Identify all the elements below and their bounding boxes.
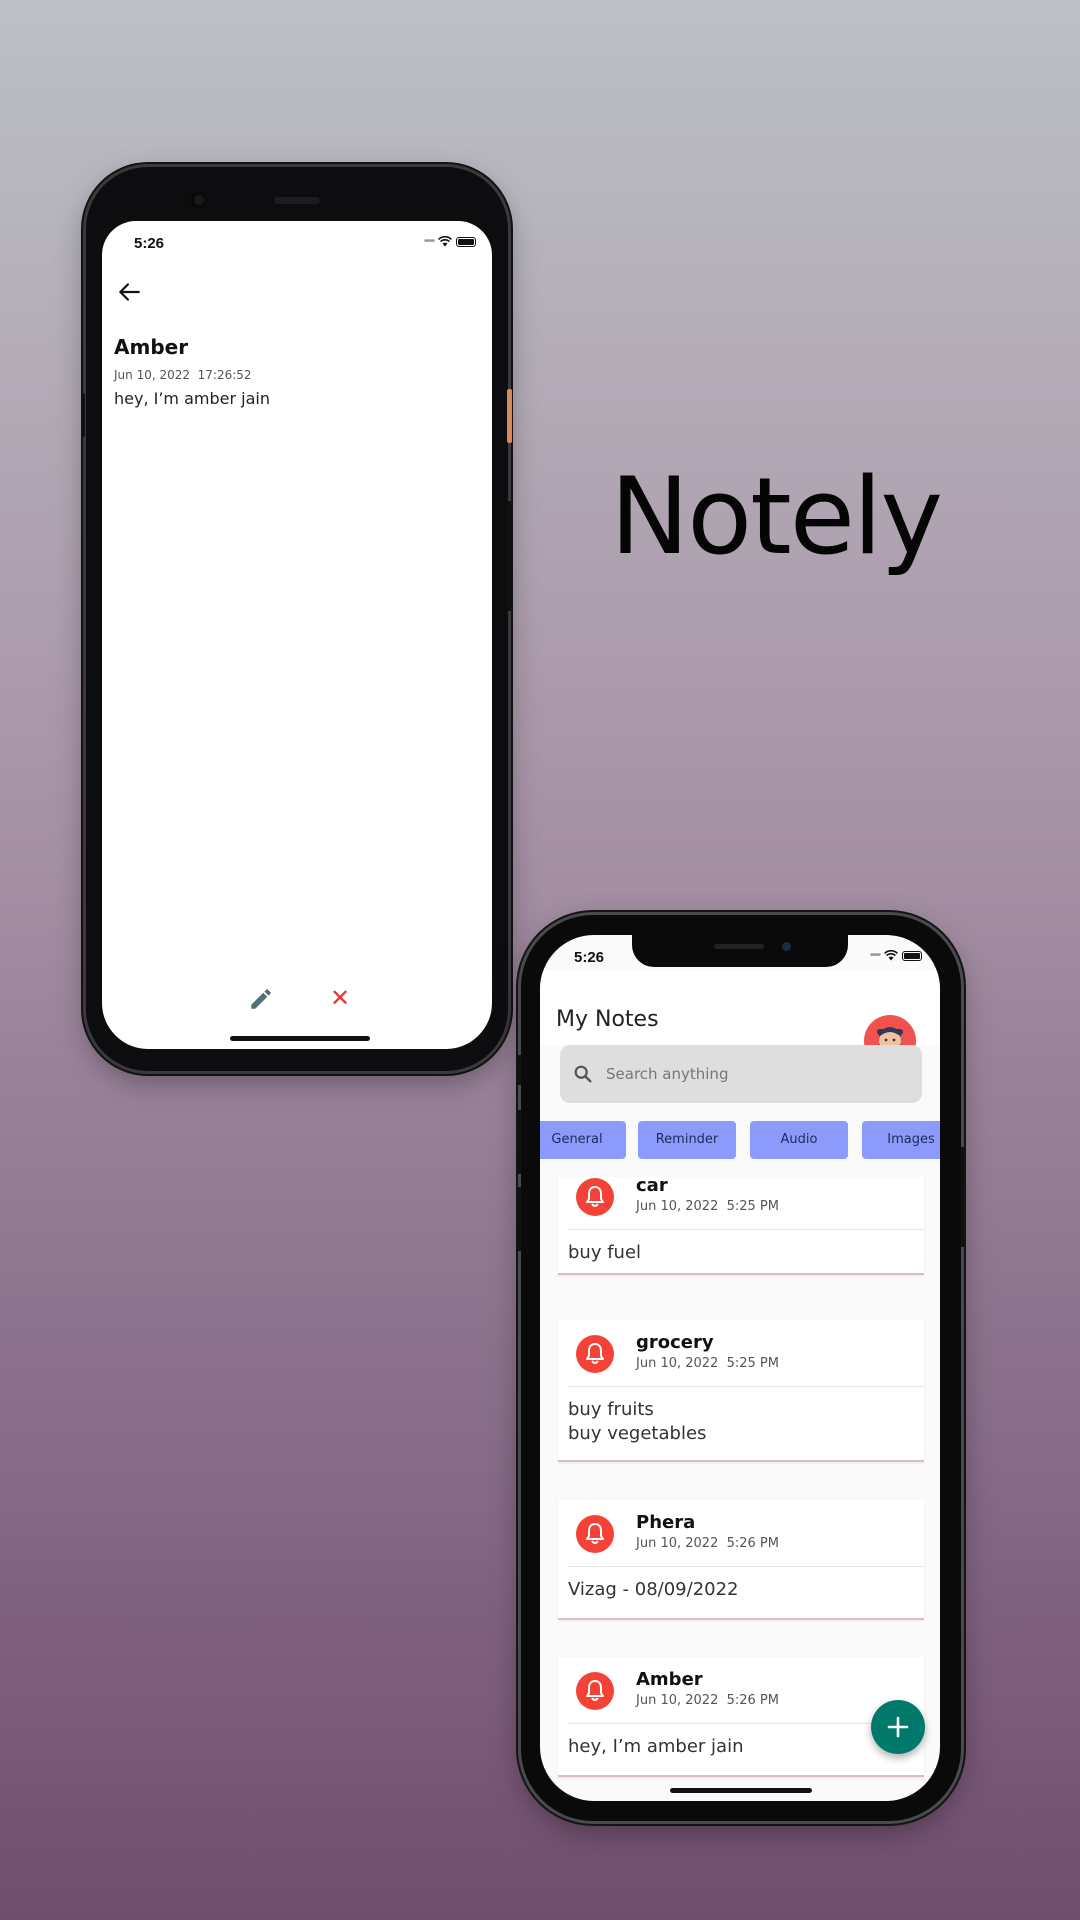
front-camera bbox=[190, 191, 208, 209]
search-bar[interactable]: Search anything bbox=[560, 1045, 922, 1103]
note-date: Jun 10, 2022 5:25 PM bbox=[636, 1356, 779, 1371]
note-body: buy fruits buy vegetables bbox=[568, 1399, 707, 1444]
edit-pencil-icon[interactable] bbox=[248, 986, 274, 1012]
delete-icon[interactable]: ✕ bbox=[330, 985, 350, 1011]
bell-icon bbox=[576, 1178, 614, 1216]
detail-phone-frame: 5:26 •••• Amber Jun 10, 2022 17:26:52 he… bbox=[81, 167, 512, 1071]
divider bbox=[568, 1386, 924, 1387]
bell-icon bbox=[576, 1672, 614, 1710]
note-date: Jun 10, 2022 17:26:52 bbox=[114, 368, 252, 382]
search-input[interactable]: Search anything bbox=[606, 1065, 728, 1083]
side-button bbox=[507, 501, 512, 611]
status-bar: 5:26 •••• bbox=[102, 221, 492, 261]
side-button bbox=[517, 1187, 521, 1251]
note-date: Jun 10, 2022 5:26 PM bbox=[636, 1693, 779, 1708]
note-title: grocery bbox=[636, 1332, 714, 1353]
add-note-button[interactable] bbox=[871, 1700, 925, 1754]
note-date: Jun 10, 2022 5:26 PM bbox=[636, 1536, 779, 1551]
note-card[interactable]: car Jun 10, 2022 5:25 PM buy fuel bbox=[558, 1177, 924, 1275]
status-time: 5:26 bbox=[134, 235, 165, 252]
side-button bbox=[961, 1147, 965, 1247]
note-title: Amber bbox=[114, 335, 189, 359]
side-button bbox=[507, 389, 512, 443]
back-arrow-icon[interactable] bbox=[116, 279, 142, 305]
wifi-icon bbox=[884, 950, 898, 961]
note-date: Jun 10, 2022 5:25 PM bbox=[636, 1199, 779, 1214]
note-body: Vizag - 08/09/2022 bbox=[568, 1579, 739, 1600]
note-body: buy fuel bbox=[568, 1242, 642, 1263]
note-body: hey, I’m amber jain bbox=[114, 389, 270, 408]
brand-title: Notely bbox=[610, 455, 943, 578]
side-button bbox=[517, 1055, 521, 1085]
note-title: Amber bbox=[636, 1669, 703, 1690]
divider bbox=[568, 1566, 924, 1567]
side-button bbox=[517, 1110, 521, 1174]
side-button bbox=[81, 393, 85, 437]
app-title: My Notes bbox=[556, 1007, 659, 1032]
detail-screen: 5:26 •••• Amber Jun 10, 2022 17:26:52 he… bbox=[102, 221, 492, 1049]
note-title: Phera bbox=[636, 1512, 696, 1533]
status-icons: •••• bbox=[424, 236, 476, 247]
battery-icon bbox=[456, 236, 476, 247]
signal-icon: •••• bbox=[423, 236, 435, 247]
home-indicator bbox=[670, 1788, 812, 1793]
note-card[interactable]: grocery Jun 10, 2022 5:25 PM buy fruits … bbox=[558, 1320, 924, 1462]
list-phone-frame: My Notes 5:26 •••• Search anything Gener… bbox=[517, 915, 965, 1821]
search-icon bbox=[574, 1065, 592, 1083]
bell-icon bbox=[576, 1515, 614, 1553]
app-bar: My Notes bbox=[540, 971, 940, 1067]
note-body: hey, I’m amber jain bbox=[568, 1736, 744, 1757]
chip-general[interactable]: General bbox=[540, 1121, 626, 1159]
note-card[interactable]: Phera Jun 10, 2022 5:26 PM Vizag - 08/09… bbox=[558, 1500, 924, 1620]
list-screen: My Notes 5:26 •••• Search anything Gener… bbox=[540, 935, 940, 1801]
bell-icon bbox=[576, 1335, 614, 1373]
home-indicator bbox=[230, 1036, 370, 1041]
divider bbox=[568, 1229, 924, 1230]
note-card[interactable]: Amber Jun 10, 2022 5:26 PM hey, I’m ambe… bbox=[558, 1657, 924, 1777]
status-bar: 5:26 •••• bbox=[540, 935, 940, 971]
status-time: 5:26 bbox=[574, 949, 605, 966]
chip-audio[interactable]: Audio bbox=[750, 1121, 848, 1159]
battery-icon bbox=[902, 950, 922, 961]
wifi-icon bbox=[438, 236, 452, 247]
chip-reminder[interactable]: Reminder bbox=[638, 1121, 736, 1159]
status-icons: •••• bbox=[870, 950, 922, 961]
category-chips: General Reminder Audio Images bbox=[540, 1119, 940, 1159]
plus-icon bbox=[887, 1716, 909, 1738]
signal-icon: •••• bbox=[869, 950, 881, 961]
earpiece-speaker bbox=[274, 197, 320, 204]
chip-images[interactable]: Images bbox=[862, 1121, 940, 1159]
note-title: car bbox=[636, 1177, 668, 1196]
